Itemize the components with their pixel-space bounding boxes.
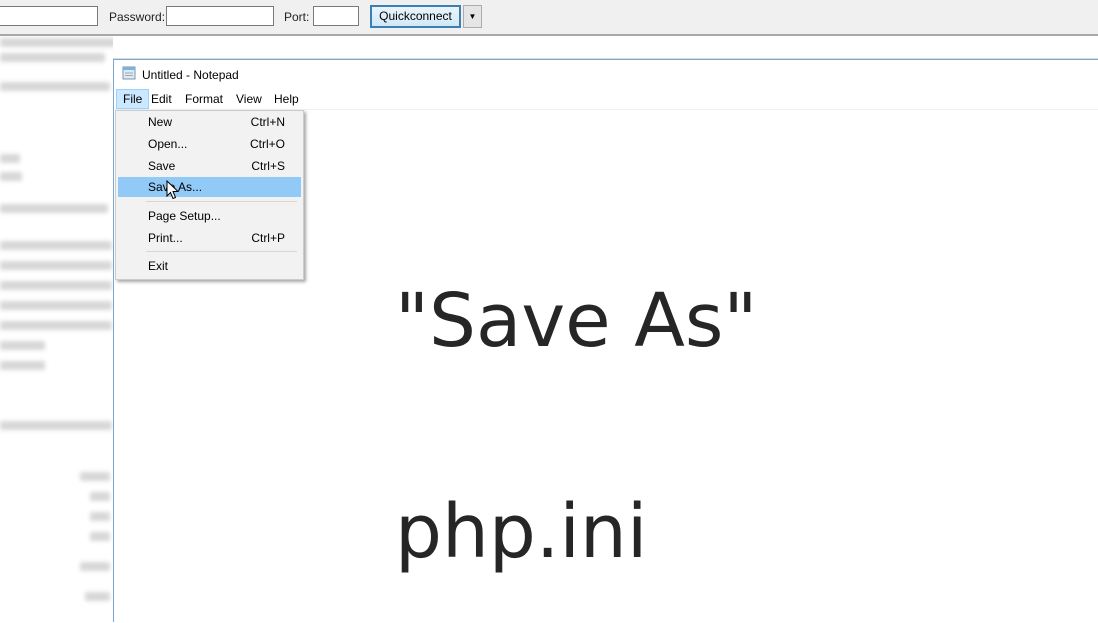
blurred-row: [0, 154, 20, 163]
menu-item-label: Save: [148, 159, 176, 173]
menu-item-shortcut: Ctrl+P: [251, 231, 285, 245]
blurred-row: [0, 321, 112, 330]
menu-item-label: Print...: [148, 231, 183, 245]
menu-item-shortcut: Ctrl+S: [251, 159, 285, 173]
blurred-row: [0, 241, 112, 250]
blurred-row: [80, 562, 110, 571]
menu-item-label: Exit: [148, 259, 169, 273]
window-title: Untitled - Notepad: [142, 68, 239, 82]
menu-item-save[interactable]: Save Ctrl+S: [118, 156, 301, 176]
file-menu-dropdown: New Ctrl+N Open... Ctrl+O Save Ctrl+S Sa…: [115, 110, 304, 280]
blurred-row: [0, 421, 112, 430]
blurred-row: [0, 204, 108, 213]
menu-item-label: Open...: [148, 137, 188, 151]
blurred-row: [90, 492, 110, 501]
menu-item-page-setup[interactable]: Page Setup...: [118, 206, 301, 226]
menu-item-save-as[interactable]: Save As...: [118, 177, 301, 197]
notepad-icon: [122, 66, 136, 80]
blurred-row: [0, 281, 112, 290]
menu-edit[interactable]: Edit: [145, 89, 178, 109]
blurred-row: [0, 341, 45, 350]
quickconnect-dropdown-button[interactable]: ▼: [463, 5, 482, 28]
notepad-titlebar[interactable]: Untitled - Notepad: [114, 60, 1098, 89]
password-label: Password:: [109, 10, 166, 24]
menu-item-print[interactable]: Print... Ctrl+P: [118, 228, 301, 248]
mouse-pointer-icon: [166, 180, 180, 200]
host-field[interactable]: [0, 6, 98, 26]
menu-item-shortcut: Ctrl+O: [249, 137, 285, 151]
overlay-caption-save-as: "Save As": [395, 278, 758, 364]
menu-item-new[interactable]: New Ctrl+N: [118, 112, 301, 132]
quickconnect-button[interactable]: Quickconnect: [370, 5, 461, 28]
menu-item-label: New: [148, 115, 173, 129]
menu-view[interactable]: View: [230, 89, 268, 109]
caret-down-icon: ▼: [468, 12, 477, 21]
port-field[interactable]: [313, 6, 359, 26]
blurred-row: [0, 82, 110, 91]
blurred-row: [0, 53, 105, 62]
menu-separator: [146, 201, 297, 202]
menu-format[interactable]: Format: [179, 89, 229, 109]
menu-item-exit[interactable]: Exit: [118, 256, 301, 276]
menu-item-shortcut: Ctrl+N: [250, 115, 285, 129]
menu-item-open[interactable]: Open... Ctrl+O: [118, 134, 301, 154]
blurred-row: [0, 38, 113, 47]
blurred-row: [0, 261, 112, 270]
menu-help[interactable]: Help: [268, 89, 305, 109]
menu-bar: File Edit Format View Help: [114, 89, 1098, 110]
menu-separator: [146, 251, 297, 252]
blurred-row: [85, 592, 110, 601]
overlay-caption-filename: php.ini: [395, 489, 648, 575]
password-field[interactable]: [166, 6, 274, 26]
blurred-row: [0, 301, 112, 310]
blurred-row: [90, 512, 110, 521]
blurred-row: [80, 472, 110, 481]
toolbar-strip: [113, 36, 1098, 59]
blurred-row: [90, 532, 110, 541]
blurred-row: [0, 361, 45, 370]
quickconnect-bar: Password: Port: Quickconnect ▼: [0, 0, 1098, 36]
site-panel: [0, 36, 113, 622]
port-label: Port:: [284, 10, 310, 24]
blurred-row: [0, 172, 22, 181]
menu-item-label: Page Setup...: [148, 209, 221, 223]
